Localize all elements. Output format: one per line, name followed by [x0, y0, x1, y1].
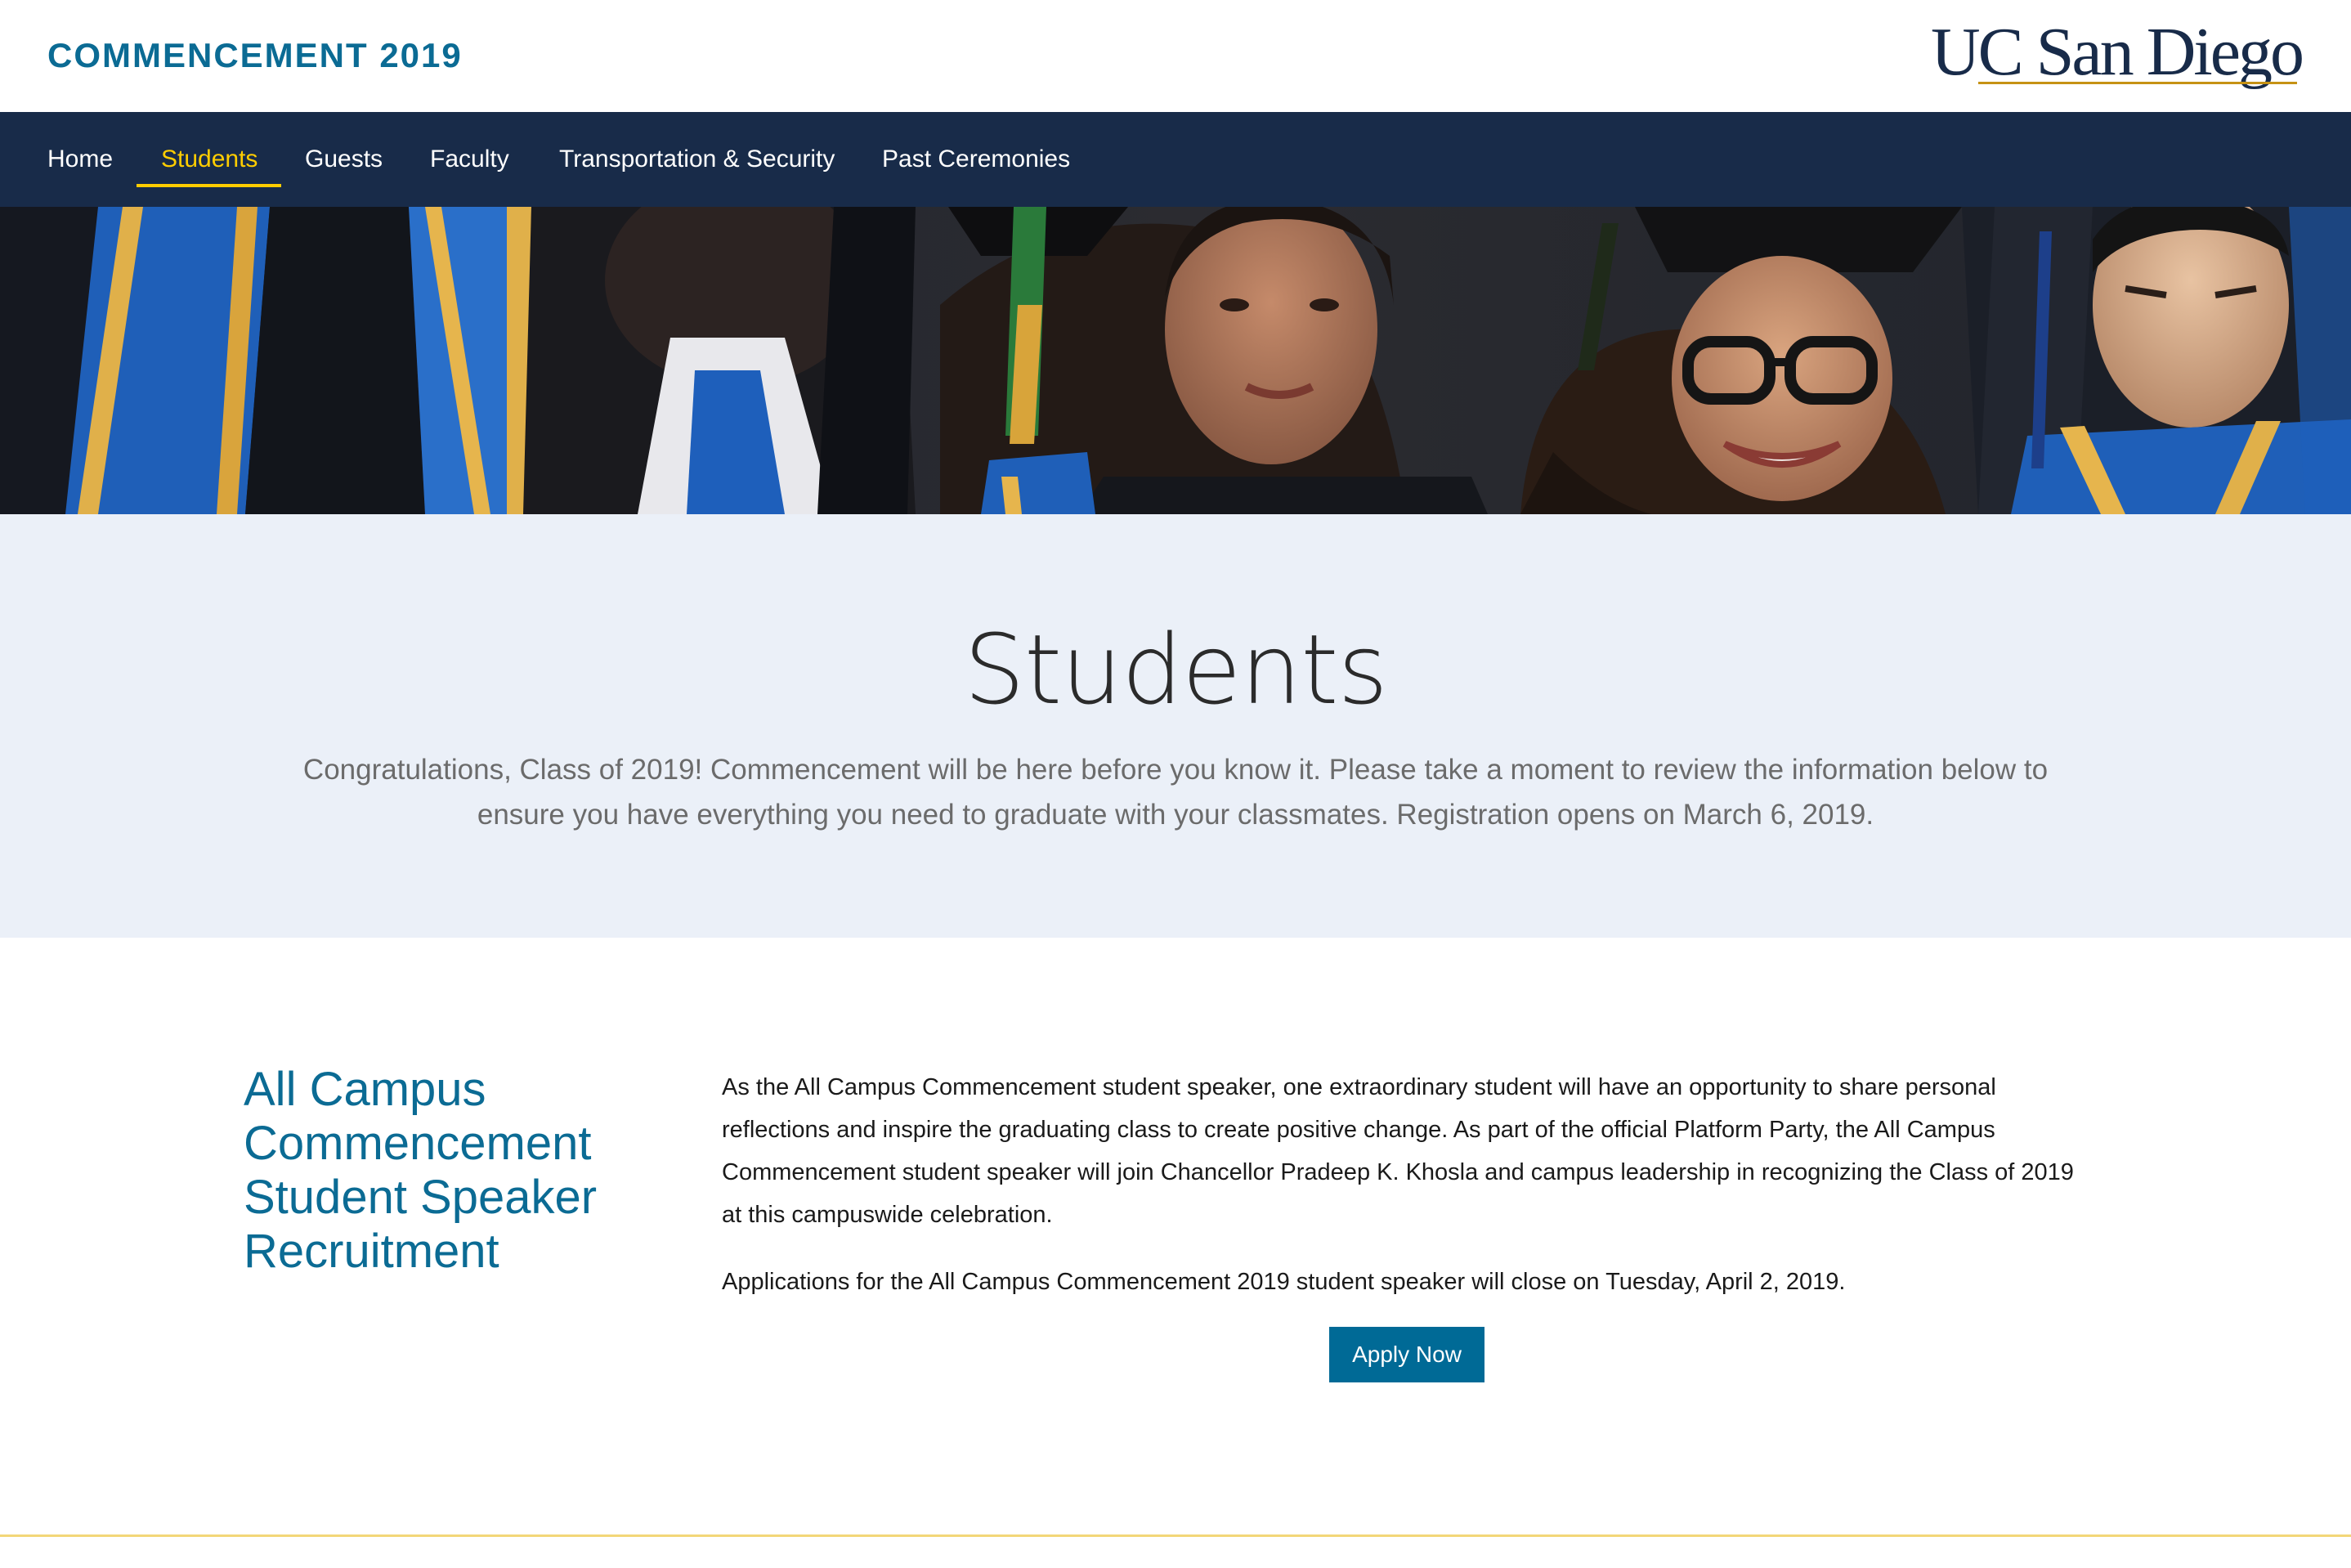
- site-title[interactable]: COMMENCEMENT 2019: [47, 34, 463, 77]
- section-paragraph: As the All Campus Commencement student s…: [722, 1074, 2074, 1228]
- nav-item-guests[interactable]: Guests: [305, 112, 383, 207]
- nav-item-transportation-security[interactable]: Transportation & Security: [559, 112, 835, 207]
- logo-underline: [1978, 82, 2297, 84]
- nav-item-home[interactable]: Home: [47, 112, 113, 207]
- section-body: As the All Campus Commencement student s…: [722, 1066, 2079, 1328]
- site-header: COMMENCEMENT 2019 UC San Diego: [0, 0, 2351, 112]
- intro-text: Congratulations, Class of 2019! Commence…: [302, 754, 2049, 831]
- section-heading: All Campus Commencement Student Speaker …: [244, 1063, 598, 1278]
- page-title: Students: [964, 613, 1388, 726]
- nav-item-students[interactable]: Students: [161, 112, 257, 207]
- nav-item-faculty[interactable]: Faculty: [430, 112, 509, 207]
- section-paragraph: Applications for the All Campus Commence…: [722, 1269, 1846, 1295]
- nav-item-past-ceremonies[interactable]: Past Ceremonies: [882, 112, 1070, 207]
- footer-divider: [0, 1534, 2351, 1537]
- uc-san-diego-logo[interactable]: UC San Diego: [1931, 15, 2304, 90]
- hero-image-graduates: [0, 207, 2351, 514]
- apply-now-button[interactable]: Apply Now: [1329, 1327, 1484, 1382]
- main-nav: Home Students Guests Faculty Transportat…: [0, 112, 2351, 207]
- intro-section: Students Congratulations, Class of 2019!…: [0, 514, 2351, 938]
- nav-active-indicator: [137, 184, 281, 187]
